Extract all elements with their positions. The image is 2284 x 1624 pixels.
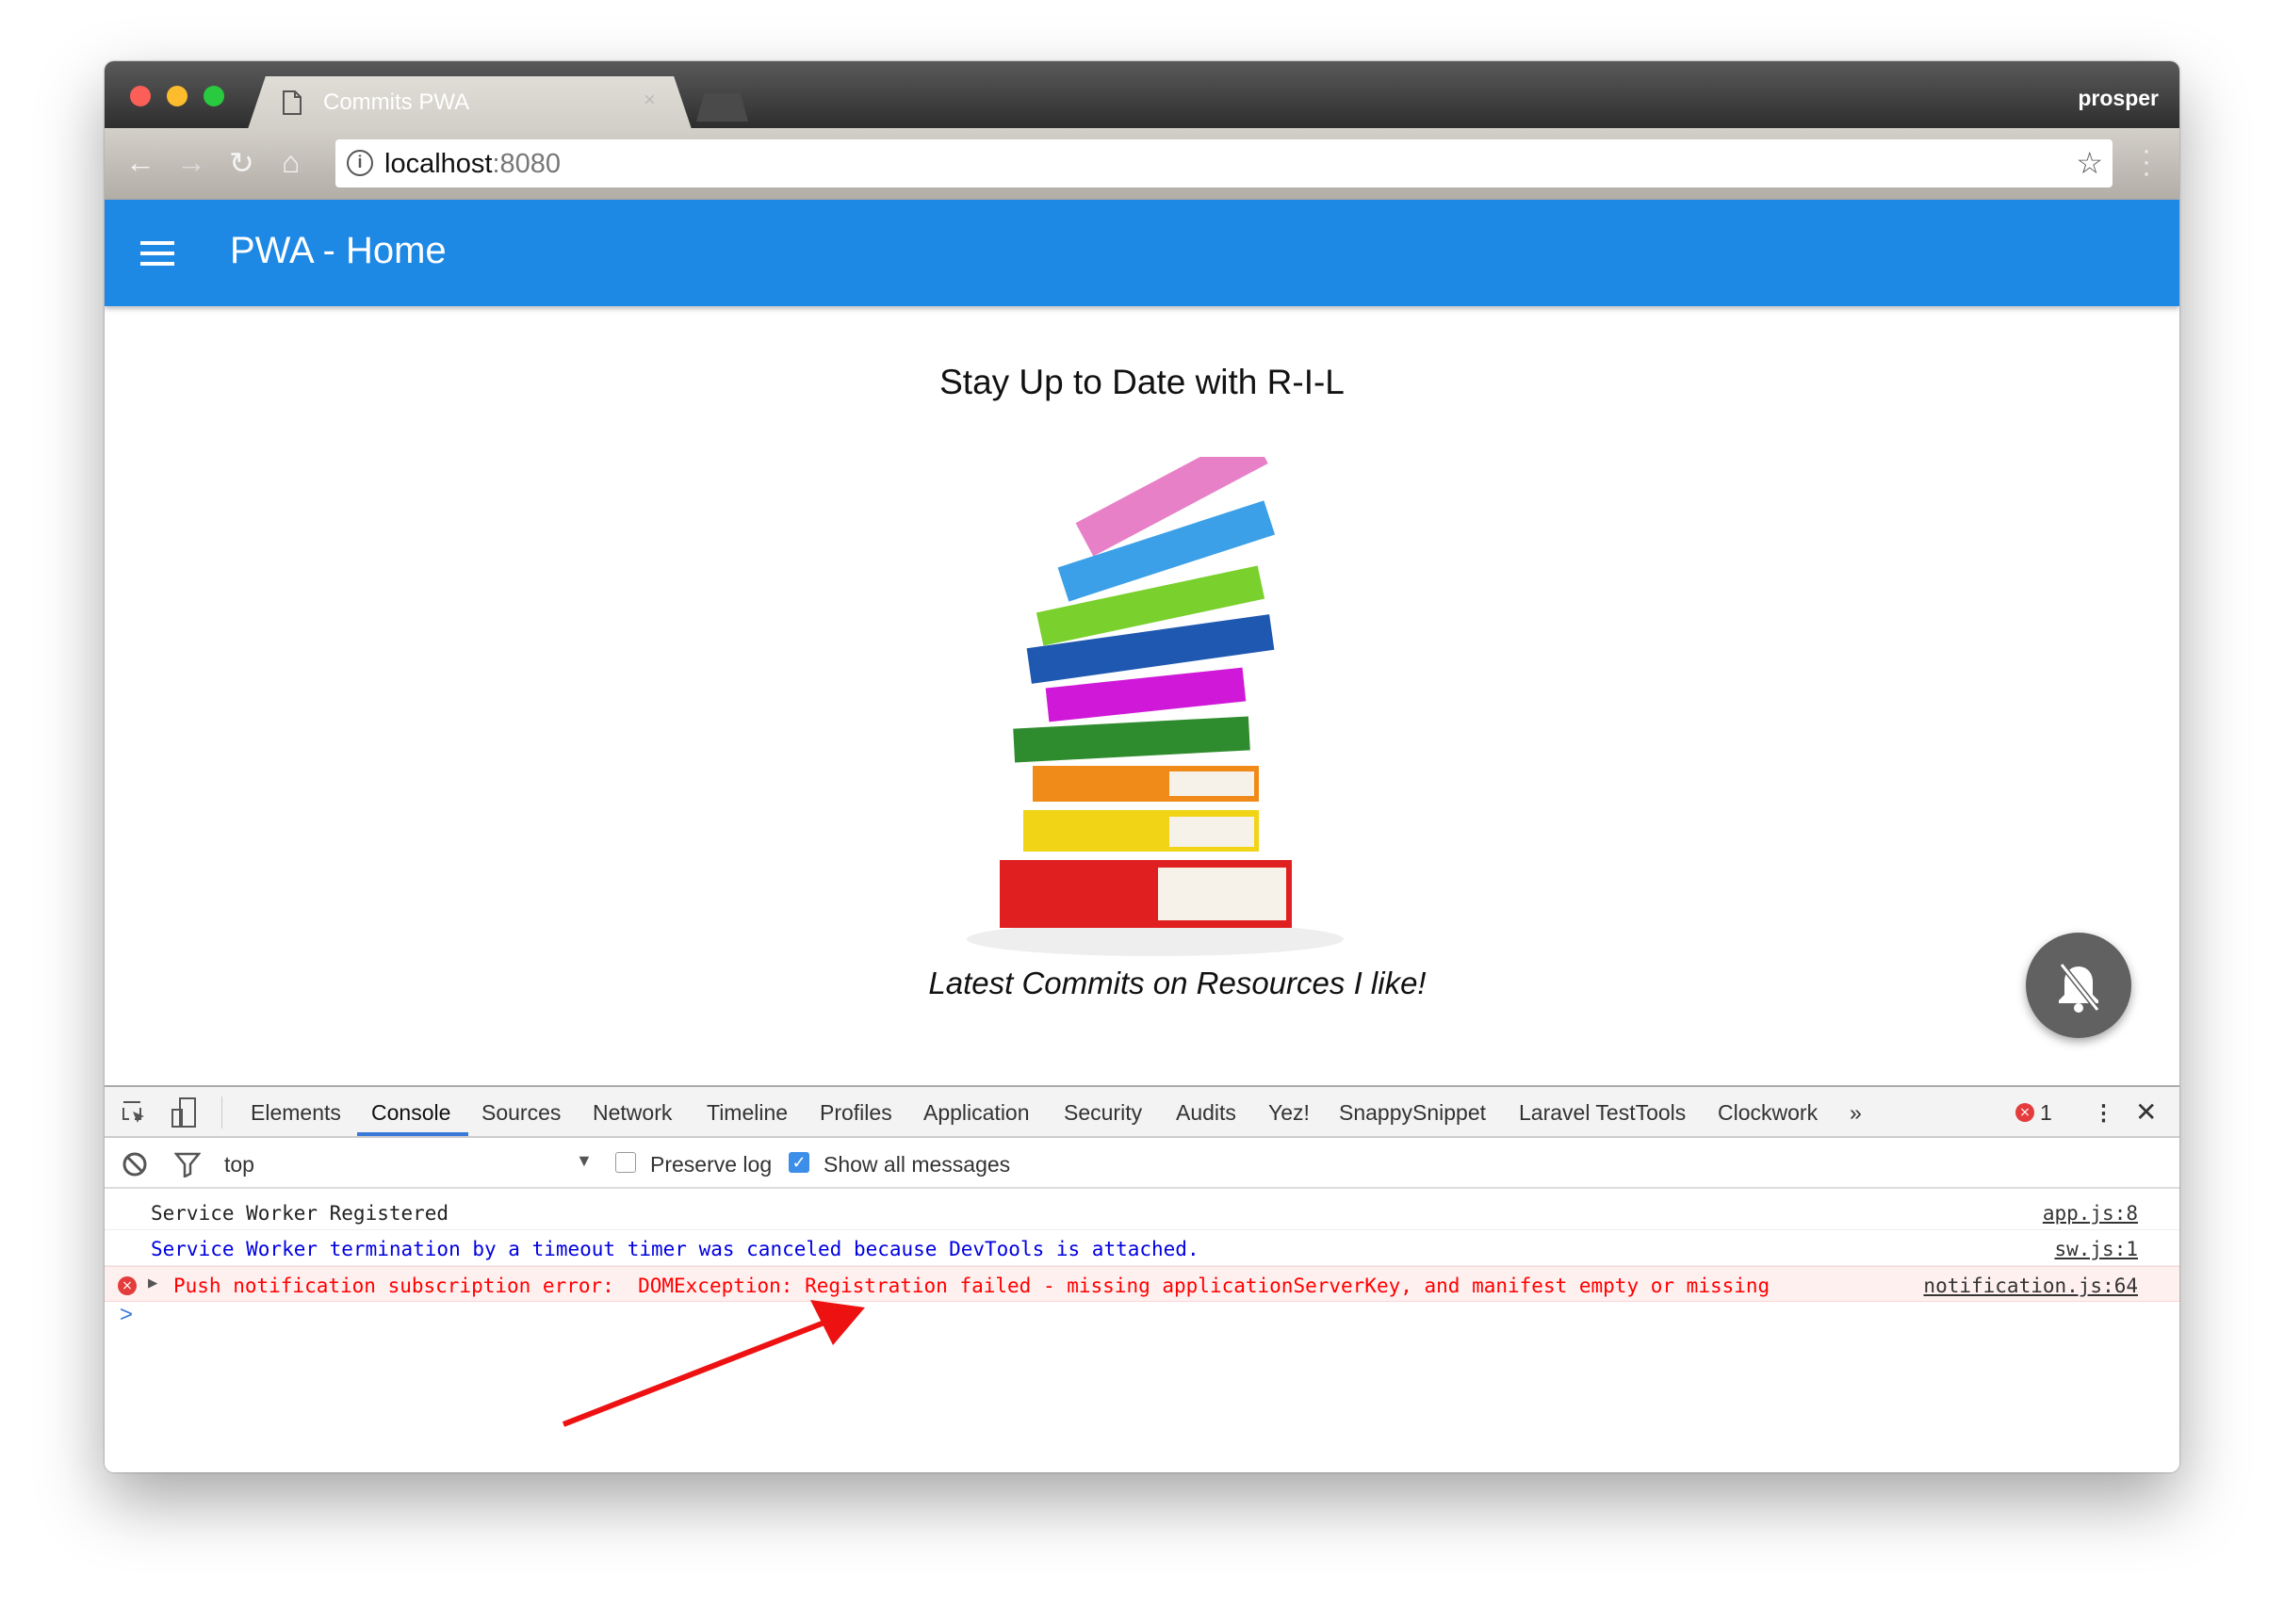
- annotation-arrow: [562, 1300, 865, 1427]
- arrow-shaft: [562, 1318, 831, 1427]
